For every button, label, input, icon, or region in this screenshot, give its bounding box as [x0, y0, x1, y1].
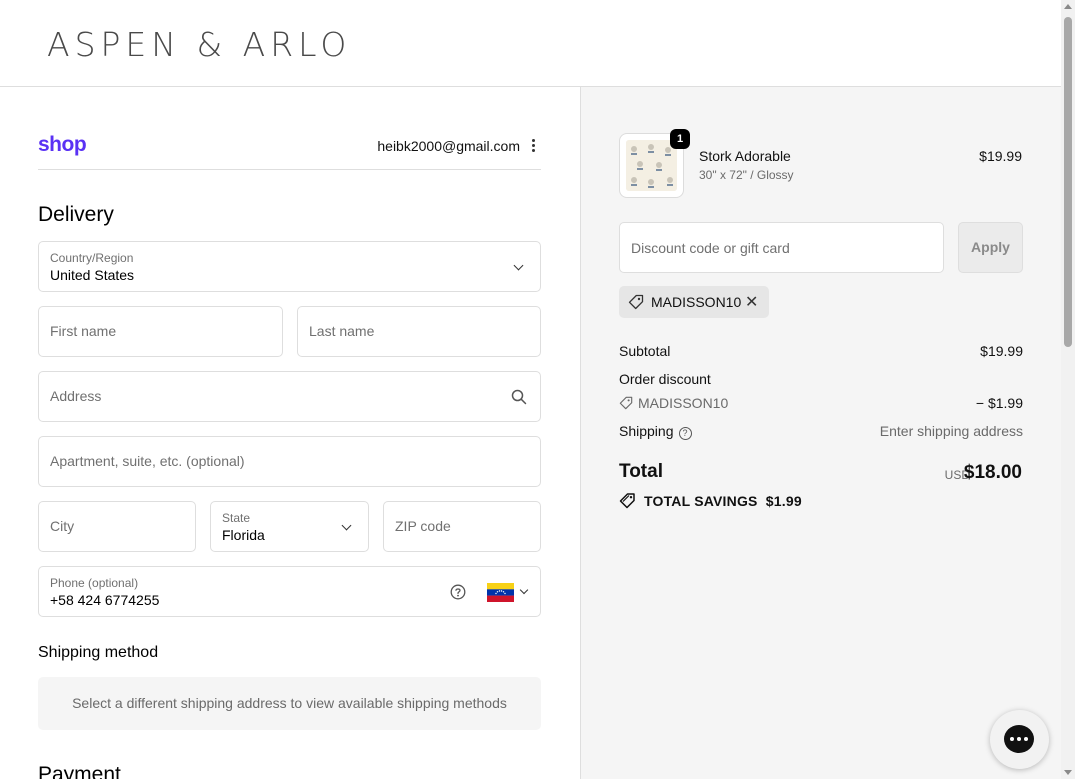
product-name: Stork Adorable	[699, 148, 791, 164]
shipping-method-heading: Shipping method	[38, 644, 159, 661]
phone-field[interactable]: Phone (optional) +58 424 6774255	[38, 566, 541, 617]
subtotal-row: Subtotal $19.99	[619, 343, 1023, 359]
applied-discount-chip: MADISSON10 ✕	[619, 286, 769, 318]
discount-code-row: MADISSON10 − $1.99	[619, 395, 1023, 411]
zip-field[interactable]: ZIP code	[383, 501, 541, 552]
payment-heading: Payment	[38, 763, 121, 779]
chevron-down-icon	[513, 260, 524, 271]
state-select[interactable]: State Florida	[210, 501, 369, 552]
shop-pay-logo: shop	[38, 133, 87, 156]
search-icon[interactable]	[511, 389, 527, 405]
chat-launcher-button[interactable]	[990, 710, 1049, 769]
city-field[interactable]: City	[38, 501, 196, 552]
product-thumbnail: 1	[619, 129, 690, 198]
country-label: Country/Region	[50, 251, 134, 265]
page-scrollbar[interactable]	[1061, 0, 1075, 779]
chevron-down-icon[interactable]	[519, 585, 529, 595]
phone-value: +58 424 6774255	[50, 592, 160, 608]
help-circle-icon[interactable]: ?	[678, 427, 692, 440]
subtotal-value: $19.99	[980, 343, 1023, 359]
address-field[interactable]: Address	[38, 371, 541, 422]
shipping-value: Enter shipping address	[879, 423, 1023, 439]
scroll-up-arrow-icon[interactable]	[1064, 4, 1072, 9]
phone-label: Phone (optional)	[50, 576, 139, 590]
order-summary-column: 1 Stork Adorable 30" x 72" / Glossy $19.…	[580, 87, 1061, 779]
last-name-placeholder: Last name	[309, 323, 375, 339]
kebab-menu-icon[interactable]	[527, 137, 539, 155]
first-name-placeholder: First name	[50, 323, 117, 339]
checkout-form-column: shop heibk2000@gmail.com Delivery Countr…	[0, 87, 580, 779]
store-logo[interactable]: ASPEN & ARLO	[47, 25, 351, 64]
shipping-row: Shipping? Enter shipping address	[619, 423, 1023, 440]
close-icon[interactable]: ✕	[745, 292, 758, 312]
discount-code-input[interactable]: Discount code or gift card	[619, 222, 944, 273]
product-variant: 30" x 72" / Glossy	[699, 168, 794, 182]
shop-account-bar: shop heibk2000@gmail.com	[38, 131, 541, 170]
state-value: Florida	[222, 527, 265, 543]
order-discount-label: Order discount	[619, 371, 711, 387]
site-header: ASPEN & ARLO	[0, 0, 1061, 87]
savings-label: TOTAL SAVINGS	[644, 493, 758, 509]
total-value: $18.00	[963, 462, 1022, 483]
chevron-down-icon	[341, 520, 352, 531]
zip-placeholder: ZIP code	[395, 518, 451, 534]
discount-placeholder: Discount code or gift card	[631, 240, 790, 256]
savings-tag-icon	[619, 493, 635, 509]
delivery-heading: Delivery	[38, 203, 114, 226]
apply-discount-button[interactable]: Apply	[958, 222, 1023, 273]
apartment-field[interactable]: Apartment, suite, etc. (optional)	[38, 436, 541, 487]
first-name-field[interactable]: First name	[38, 306, 283, 357]
tag-icon	[619, 396, 633, 410]
city-placeholder: City	[50, 518, 75, 534]
last-name-field[interactable]: Last name	[297, 306, 541, 357]
state-label: State	[222, 511, 251, 525]
applied-code-text: MADISSON10	[651, 294, 742, 310]
venezuela-flag-icon[interactable]	[487, 583, 514, 602]
country-value: United States	[50, 267, 135, 283]
country-select[interactable]: Country/Region United States	[38, 241, 541, 292]
product-image	[626, 140, 677, 191]
apartment-placeholder: Apartment, suite, etc. (optional)	[50, 453, 245, 469]
discount-code-label: MADISSON10	[638, 395, 729, 411]
chat-icon	[1004, 725, 1034, 753]
total-label: Total	[619, 461, 663, 482]
tag-icon	[628, 294, 644, 310]
shipping-label: Shipping	[619, 423, 674, 439]
total-savings: TOTAL SAVINGS $1.99	[644, 493, 802, 509]
savings-value: $1.99	[765, 493, 802, 509]
shipping-method-notice: Select a different shipping address to v…	[38, 677, 541, 730]
help-circle-icon[interactable]	[450, 584, 466, 600]
product-price: $19.99	[979, 148, 1022, 164]
account-email: heibk2000@gmail.com	[377, 138, 520, 154]
scroll-down-arrow-icon[interactable]	[1064, 770, 1072, 775]
address-placeholder: Address	[50, 388, 102, 404]
order-discount-row: Order discount	[619, 371, 1023, 387]
subtotal-label: Subtotal	[619, 343, 671, 359]
quantity-badge: 1	[670, 129, 690, 149]
shipping-method-message: Select a different shipping address to v…	[72, 695, 507, 711]
scrollbar-thumb[interactable]	[1064, 17, 1072, 347]
discount-value: − $1.99	[975, 395, 1023, 411]
